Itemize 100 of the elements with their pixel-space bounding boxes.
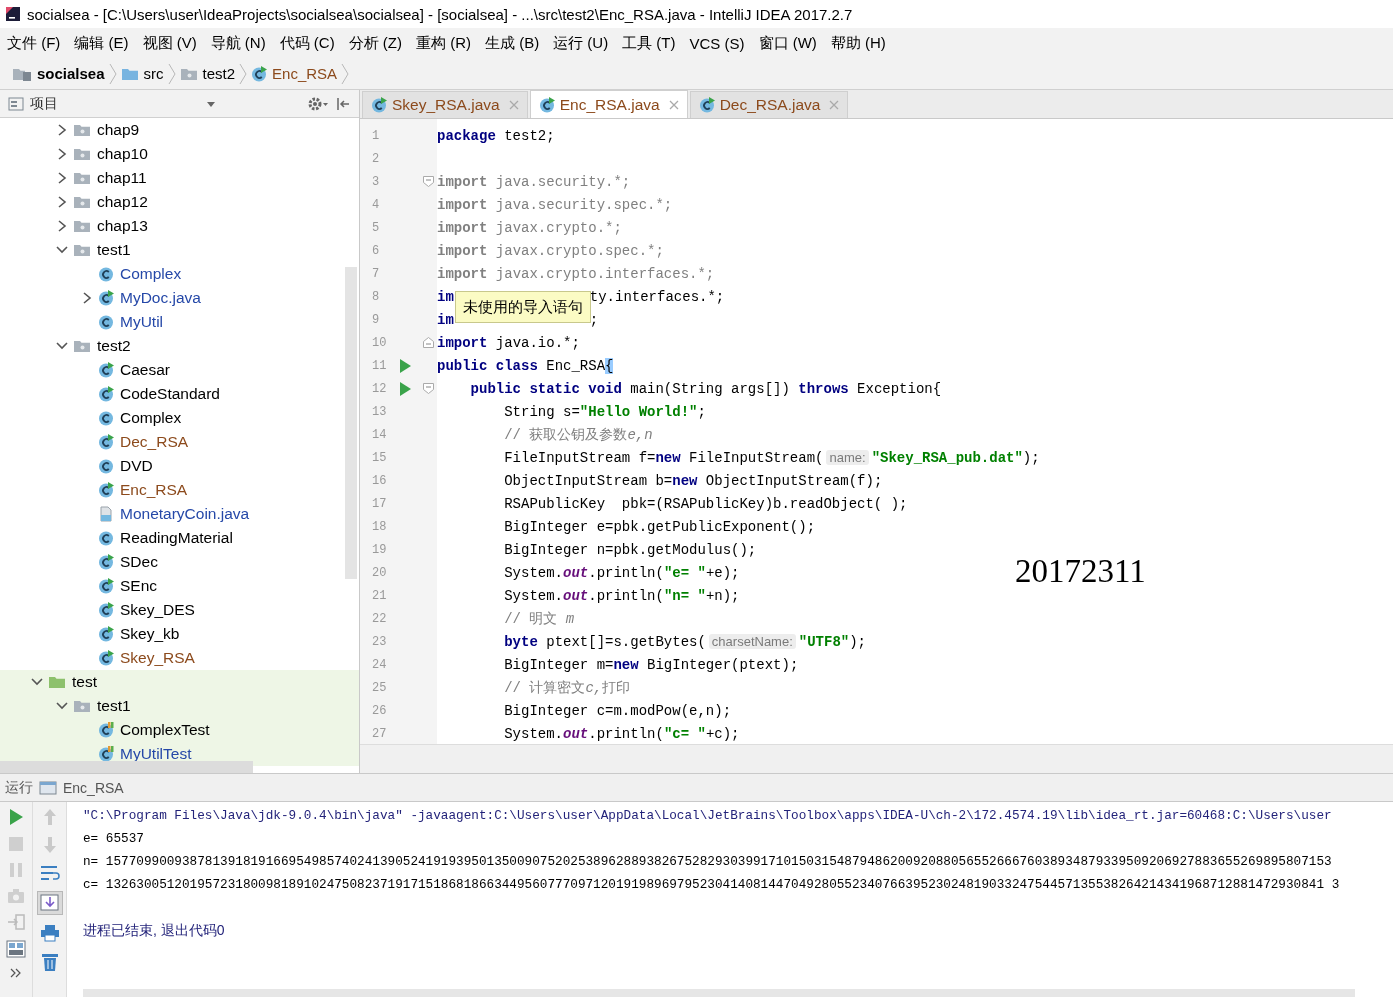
code-line: String s="Hello World!";	[503, 403, 706, 420]
tree-item[interactable]: chap13	[97, 217, 148, 235]
window-title: socialsea - [C:\Users\user\IdeaProjects\socialsea\socialsea] - [socialsea] - ...\src\test2\Enc_RSA.java - IntelliJ IDEA 2017.2.7	[27, 5, 853, 23]
console-line: n= 15770990093878139181916695498574024139052419193950135009075202538962889382675282930399171015031548794862009208805655266676038934879339509206927883655269895807153	[83, 853, 1333, 871]
line-number: 24	[371, 657, 388, 672]
tree-item[interactable]: Enc_RSA	[120, 481, 188, 499]
code-line: BigInteger n=pbk.getModulus();	[503, 541, 757, 558]
annotation-text: 20172311	[1015, 553, 1146, 590]
tree-item[interactable]: DVD	[120, 457, 153, 475]
command-line-text: "C:\Program Files\Java\jdk-9.0.4\bin\java" -javaagent:C:\Users\user\AppData\Local\JetBrains\Toolbox\apps\IDEA-U\ch-2\172.4574.19\lib\idea_rt.jar=60468:C:\Users\user	[83, 807, 1333, 825]
menu-item[interactable]: 文件 (F)	[1, 30, 67, 56]
tree-item[interactable]: chap11	[97, 169, 147, 187]
panel-title: 运行	[5, 778, 33, 797]
tree-item[interactable]: MonetaryCoin.java	[120, 505, 250, 523]
code-line: // 明文 m	[503, 609, 575, 628]
breadcrumb-item[interactable]: socialsea	[12, 65, 105, 82]
line-number: 13	[371, 404, 388, 419]
code-line: // 计算密文c,打印	[503, 678, 631, 697]
code-line: System.out.println("c= "+c);	[503, 725, 740, 742]
tree-item[interactable]: Skey_DES	[120, 601, 195, 619]
line-number: 10	[371, 335, 388, 350]
line-number: 12	[371, 381, 388, 396]
tree-item[interactable]: chap10	[97, 145, 148, 163]
run-config-tab[interactable]: Enc_RSA	[63, 779, 124, 796]
tree-item[interactable]: MyDoc.java	[120, 289, 201, 307]
tree-item[interactable]: Skey_RSA	[120, 649, 195, 667]
code-line: public static void main(String args[]) throws Exception{	[469, 380, 942, 397]
code-line: RSAPublicKey pbk=(RSAPublicKey)b.readObject( );	[503, 495, 908, 512]
tree-item[interactable]: Dec_RSA	[120, 433, 189, 451]
panel-title: 项目	[30, 94, 59, 113]
line-number: 9	[371, 312, 381, 327]
line-number: 15	[371, 450, 388, 465]
line-number: 11	[371, 358, 388, 373]
line-number: 14	[371, 427, 388, 442]
tree-item[interactable]: CodeStandard	[120, 385, 220, 403]
code-line: FileInputStream f=new FileInputStream( name: "Skey_RSA_pub.dat");	[503, 449, 1040, 466]
exit-message: 进程已结束, 退出代码0	[83, 921, 226, 940]
menu-item[interactable]: 工具 (T)	[616, 30, 682, 56]
editor-tab[interactable]: Dec_RSA.java	[689, 91, 849, 118]
tree-item[interactable]: ReadingMaterial	[120, 529, 233, 547]
code-line: import java.security.spec.*;	[437, 196, 673, 213]
tree-item[interactable]: MyUtil	[120, 313, 164, 331]
tree-item[interactable]: SDec	[120, 553, 158, 571]
line-number: 8	[371, 289, 381, 304]
tree-item[interactable]: Skey_kb	[120, 625, 180, 643]
code-line: ObjectInputStream b=new ObjectInputStream(f);	[503, 472, 883, 489]
line-number: 16	[371, 473, 388, 488]
tree-item[interactable]: test1	[97, 697, 131, 715]
line-number: 7	[371, 266, 381, 281]
menu-item[interactable]: VCS (S)	[683, 31, 751, 55]
code-line: // 获取公钥及参数e,n	[503, 425, 653, 444]
breadcrumb-item[interactable]: test2	[179, 65, 236, 82]
tree-item[interactable]: SEnc	[120, 577, 158, 595]
line-number: 5	[371, 220, 381, 235]
menu-item[interactable]: 代码 (C)	[273, 30, 341, 56]
tree-item[interactable]: Complex	[120, 265, 182, 283]
line-number: 22	[371, 611, 388, 626]
editor-tab[interactable]: Skey_RSA.java	[362, 91, 528, 118]
tree-item[interactable]: Complex	[120, 409, 182, 427]
code-line: System.out.println("n= "+n);	[503, 587, 740, 604]
menu-item[interactable]: 导航 (N)	[204, 30, 272, 56]
line-number: 23	[371, 634, 388, 649]
line-number: 1	[371, 128, 381, 143]
line-number: 3	[371, 174, 381, 189]
line-number: 21	[371, 588, 388, 603]
menu-item[interactable]: 运行 (U)	[547, 30, 615, 56]
breadcrumb-item[interactable]: src	[120, 65, 164, 82]
code-line: BigInteger c=m.modPow(e,n);	[503, 702, 732, 719]
console-line: c= 1326300512019572318009818910247508237191715186818663449560777097120191989697952304140814470492805523407663952302481903324754457135538264214341968712881472930841 3	[83, 876, 1341, 894]
menu-item[interactable]: 重构 (R)	[410, 30, 477, 56]
code-line: byte ptext[]=s.getBytes( charsetName: "UTF8");	[503, 633, 866, 650]
code-line: import javax.crypto.interfaces.*;	[437, 265, 715, 282]
breadcrumb-item[interactable]: Enc_RSA	[251, 65, 338, 82]
code-line: BigInteger e=pbk.getPublicExponent();	[503, 518, 816, 535]
tree-item[interactable]: Caesar	[120, 361, 170, 379]
tree-item[interactable]: chap12	[97, 193, 148, 211]
code-line: System.out.println("e= "+e);	[503, 564, 740, 581]
menu-item[interactable]: 生成 (B)	[479, 30, 546, 56]
line-number: 19	[371, 542, 388, 557]
tree-item[interactable]: MyUtilTest	[120, 745, 192, 763]
tree-item[interactable]: chap9	[97, 121, 140, 139]
tree-item[interactable]: test	[72, 673, 97, 691]
tree-item[interactable]: ComplexTest	[120, 721, 210, 739]
menu-item[interactable]: 视图 (V)	[136, 30, 203, 56]
editor-tab[interactable]: Enc_RSA.java	[529, 90, 688, 118]
line-number: 18	[371, 519, 388, 534]
menu-item[interactable]: 编辑 (E)	[68, 30, 135, 56]
tree-item[interactable]: test1	[97, 241, 131, 259]
line-number: 20	[371, 565, 388, 580]
tree-item[interactable]: test2	[97, 337, 131, 355]
menu-item[interactable]: 帮助 (H)	[824, 30, 892, 56]
line-number: 17	[371, 496, 388, 511]
line-number: 25	[371, 680, 388, 695]
code-line: public class Enc_RSA{	[437, 357, 614, 374]
line-number: 4	[371, 197, 381, 212]
line-number: 26	[371, 703, 388, 718]
menu-item[interactable]: 分析 (Z)	[342, 30, 408, 56]
line-number: 6	[371, 243, 381, 258]
code-line: BigInteger m=new BigInteger(ptext);	[503, 656, 799, 673]
menu-item[interactable]: 窗口 (W)	[752, 30, 823, 56]
